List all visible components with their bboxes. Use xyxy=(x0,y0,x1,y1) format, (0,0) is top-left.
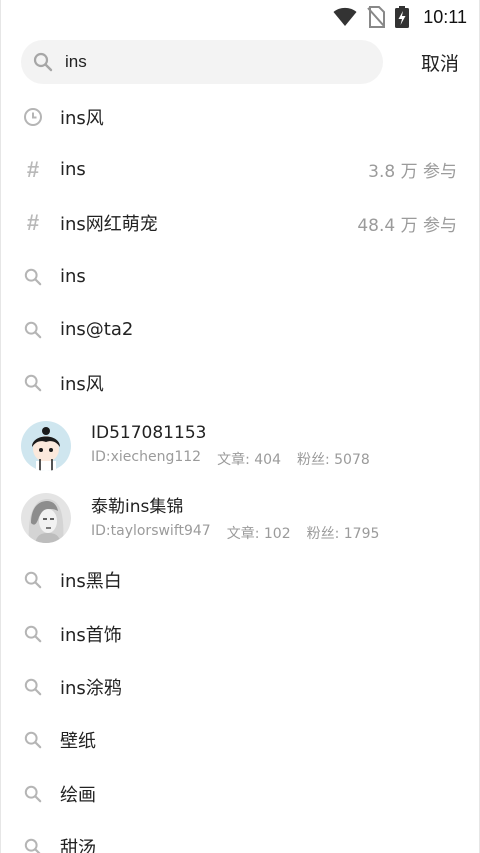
user-stats: ID:taylorswift947 文章: 102 粉丝: 1795 xyxy=(91,523,379,543)
search-icon xyxy=(23,677,43,697)
suggestion-label: ins黑白 xyxy=(60,571,122,593)
user-stats: ID:xiecheng112 文章: 404 粉丝: 5078 xyxy=(91,449,370,469)
search-bar-row: 取消 xyxy=(1,34,479,90)
history-item[interactable]: ins风 xyxy=(1,90,479,143)
search-suggestion-item[interactable]: 壁纸 xyxy=(1,714,479,767)
search-input[interactable] xyxy=(65,52,345,72)
search-icon xyxy=(23,730,43,750)
user-info: ID517081153 ID:xiecheng112 文章: 404 粉丝: 5… xyxy=(91,423,370,469)
search-icon xyxy=(23,837,43,853)
search-suggestion-item[interactable]: ins涂鸦 xyxy=(1,660,479,713)
wifi-icon xyxy=(333,7,357,27)
search-suggestion-item[interactable]: 绘画 xyxy=(1,767,479,820)
search-suggestion-item[interactable]: 甜汤 xyxy=(1,820,479,853)
user-name: ID517081153 xyxy=(91,422,207,443)
topic-item[interactable]: # ins网红萌宠 48.4 万 参与 xyxy=(1,197,479,250)
suggestion-list-top: ins风 # ins 3.8 万 参与 # ins网红萌宠 48.4 万 参与 … xyxy=(1,90,479,410)
photo-portrait-avatar[interactable] xyxy=(21,492,71,543)
status-time: 10:11 xyxy=(423,6,467,27)
no-sim-icon xyxy=(367,6,386,28)
search-icon xyxy=(23,373,43,393)
suggestion-label: ins风 xyxy=(60,107,104,129)
search-suggestion-item[interactable]: ins风 xyxy=(1,356,479,409)
article-count: 文章: 102 xyxy=(226,526,291,543)
search-suggestion-item[interactable]: ins@ta2 xyxy=(1,303,479,356)
hash-icon: # xyxy=(26,156,40,182)
suggestion-label: 甜汤 xyxy=(60,837,96,853)
search-icon xyxy=(23,320,43,340)
user-result-item[interactable]: 泰勒ins集锦 ID:taylorswift947 文章: 102 粉丝: 17… xyxy=(1,482,479,554)
fan-count: 粉丝: 5078 xyxy=(296,451,370,468)
user-id: ID:taylorswift947 xyxy=(91,523,211,540)
search-suggestion-item[interactable]: ins xyxy=(1,250,479,303)
topic-participants: 48.4 万 参与 xyxy=(357,215,457,236)
suggestion-label: 绘画 xyxy=(60,784,96,806)
clock-icon xyxy=(23,107,43,127)
search-suggestion-item[interactable]: ins首饰 xyxy=(1,607,479,660)
suggestion-label: ins风 xyxy=(60,374,104,396)
search-icon xyxy=(23,784,43,804)
status-bar: 10:11 xyxy=(1,0,479,34)
topic-label: ins网红萌宠 xyxy=(60,214,158,236)
suggestion-label: ins@ta2 xyxy=(60,319,134,341)
user-result-item[interactable]: ID517081153 ID:xiecheng112 文章: 404 粉丝: 5… xyxy=(1,410,479,482)
topic-participants: 3.8 万 参与 xyxy=(368,162,457,183)
search-box[interactable] xyxy=(21,40,383,84)
user-info: 泰勒ins集锦 ID:taylorswift947 文章: 102 粉丝: 17… xyxy=(91,492,379,543)
suggestion-label: ins涂鸦 xyxy=(60,678,122,700)
cartoon-girl-avatar[interactable] xyxy=(21,420,71,471)
search-screen: 10:11 取消 ins风 # i xyxy=(0,0,480,853)
cancel-button[interactable]: 取消 xyxy=(421,49,459,76)
battery-charging-icon xyxy=(395,6,410,28)
search-suggestion-item[interactable]: ins黑白 xyxy=(1,554,479,607)
article-count: 文章: 404 xyxy=(217,451,281,468)
search-icon xyxy=(23,267,43,287)
suggestion-label: ins首饰 xyxy=(60,624,122,646)
search-icon xyxy=(23,624,43,644)
topic-label: ins xyxy=(60,159,86,181)
user-name: 泰勒ins集锦 xyxy=(91,497,184,518)
topic-item[interactable]: # ins 3.8 万 参与 xyxy=(1,143,479,196)
user-id: ID:xiecheng112 xyxy=(91,448,202,465)
suggestion-label: 壁纸 xyxy=(60,731,96,753)
search-icon xyxy=(33,52,53,72)
suggestion-label: ins xyxy=(60,266,86,288)
hash-icon: # xyxy=(26,210,40,236)
search-icon xyxy=(23,570,43,590)
suggestion-list-bottom: ins黑白 ins首饰 ins涂鸦 壁纸 绘画 甜汤 xyxy=(1,554,479,853)
fan-count: 粉丝: 1795 xyxy=(306,526,380,543)
user-result-list: ID517081153 ID:xiecheng112 文章: 404 粉丝: 5… xyxy=(1,410,479,554)
